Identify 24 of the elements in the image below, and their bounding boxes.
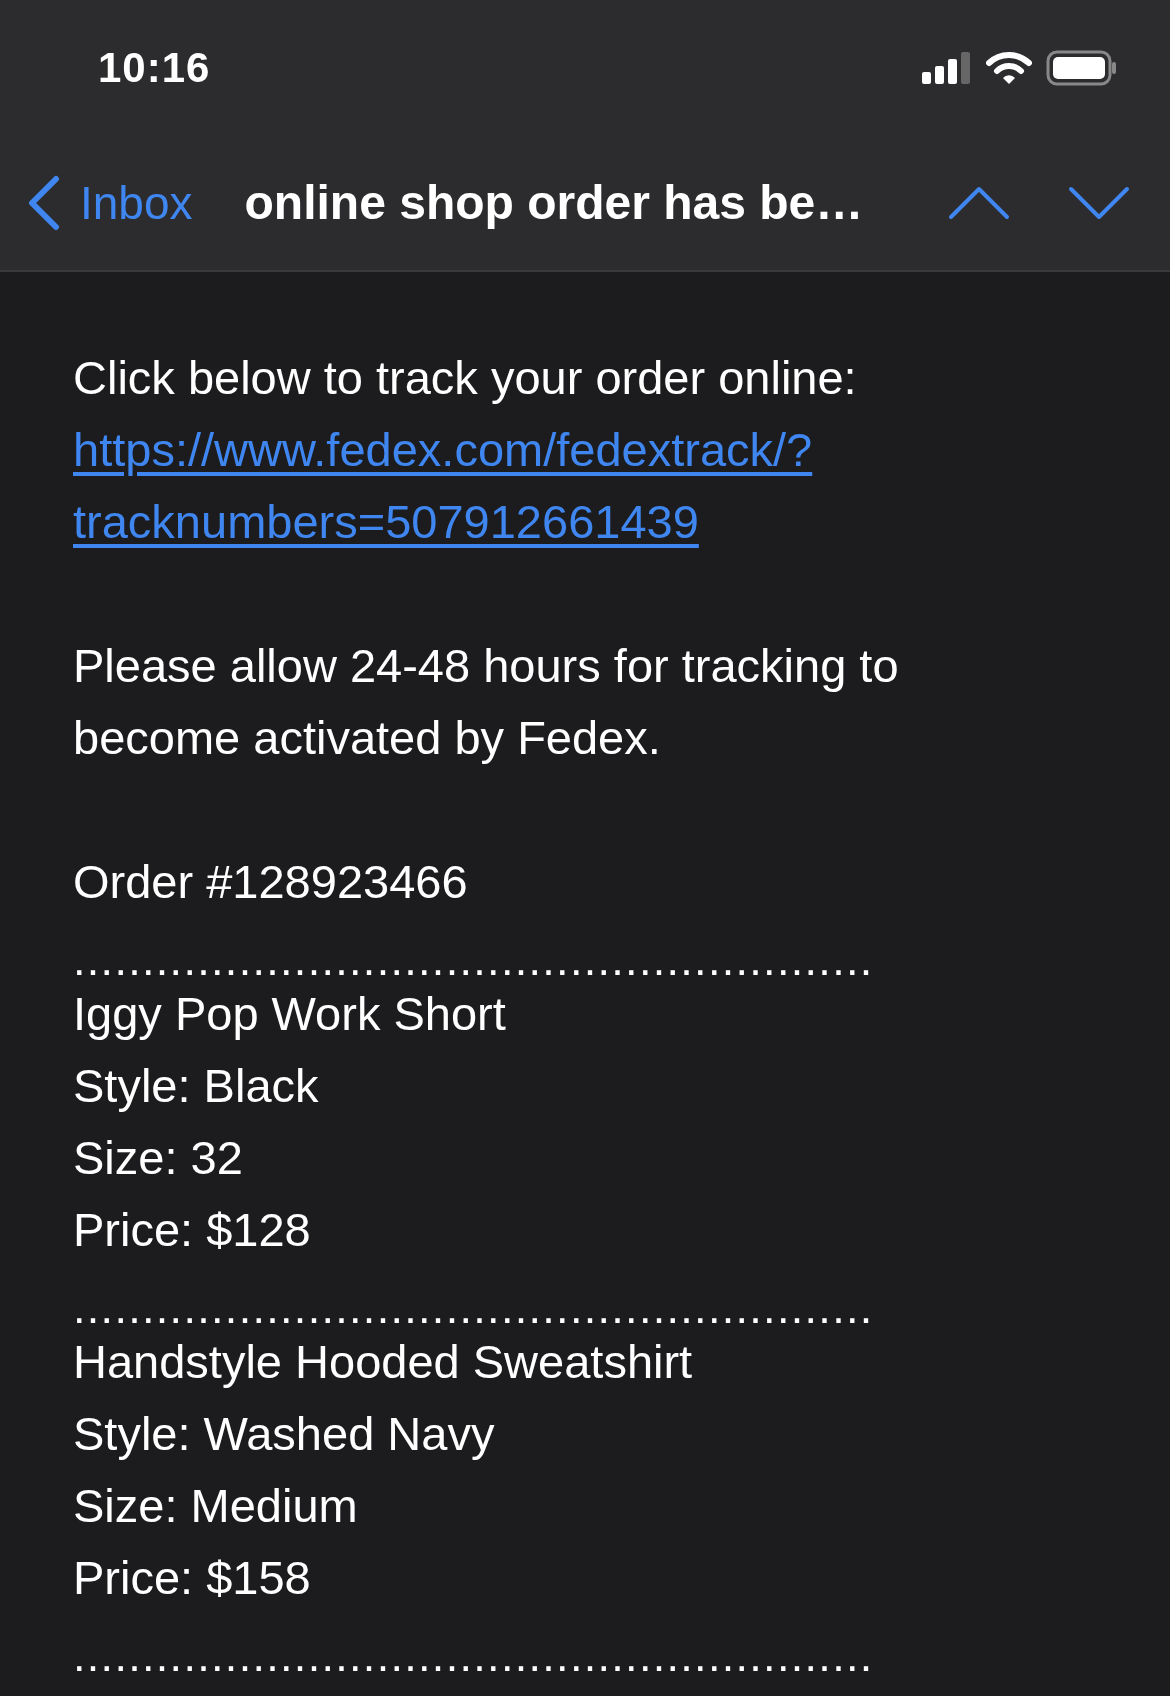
- dotted-separator: ..........................................................: [73, 1281, 874, 1335]
- wifi-icon: [986, 50, 1032, 85]
- email-text: Handstyle Hooded Sweatshirt: [73, 1334, 694, 1390]
- dotted-separator: ..........................................................: [73, 933, 874, 987]
- status-time: 10:16: [98, 43, 211, 92]
- email-text: Price: $158: [73, 1550, 312, 1606]
- email-text: Style: Black: [73, 1058, 320, 1114]
- back-button[interactable]: Inbox: [26, 174, 193, 231]
- email-text: Price: $128: [73, 1202, 312, 1258]
- email-text: Size: Medium: [73, 1478, 359, 1534]
- email-subject-title: online shop order has be…: [244, 175, 865, 230]
- email-text: Please allow 24-48 hours for tracking to become activated by Fedex.: [73, 638, 900, 766]
- email-text: Order #128923466: [73, 854, 469, 910]
- battery-icon: [1046, 49, 1118, 86]
- tracking-link[interactable]: https://www.fedex.com/fedextrack/? tracknumbers=507912661439: [73, 414, 813, 558]
- email-text: Click below to track your order online:: [73, 350, 858, 406]
- email-text: Iggy Pop Work Short: [73, 986, 507, 1042]
- chevron-icon: [26, 174, 60, 231]
- previous-message-icon[interactable]: [948, 185, 1010, 220]
- email-text: Size: 32: [73, 1130, 244, 1186]
- email-text: Style: Washed Navy: [73, 1406, 496, 1462]
- dotted-separator: ..........................................................: [73, 1629, 874, 1683]
- next-message-icon[interactable]: [1068, 185, 1130, 220]
- signal-icon: [922, 51, 972, 84]
